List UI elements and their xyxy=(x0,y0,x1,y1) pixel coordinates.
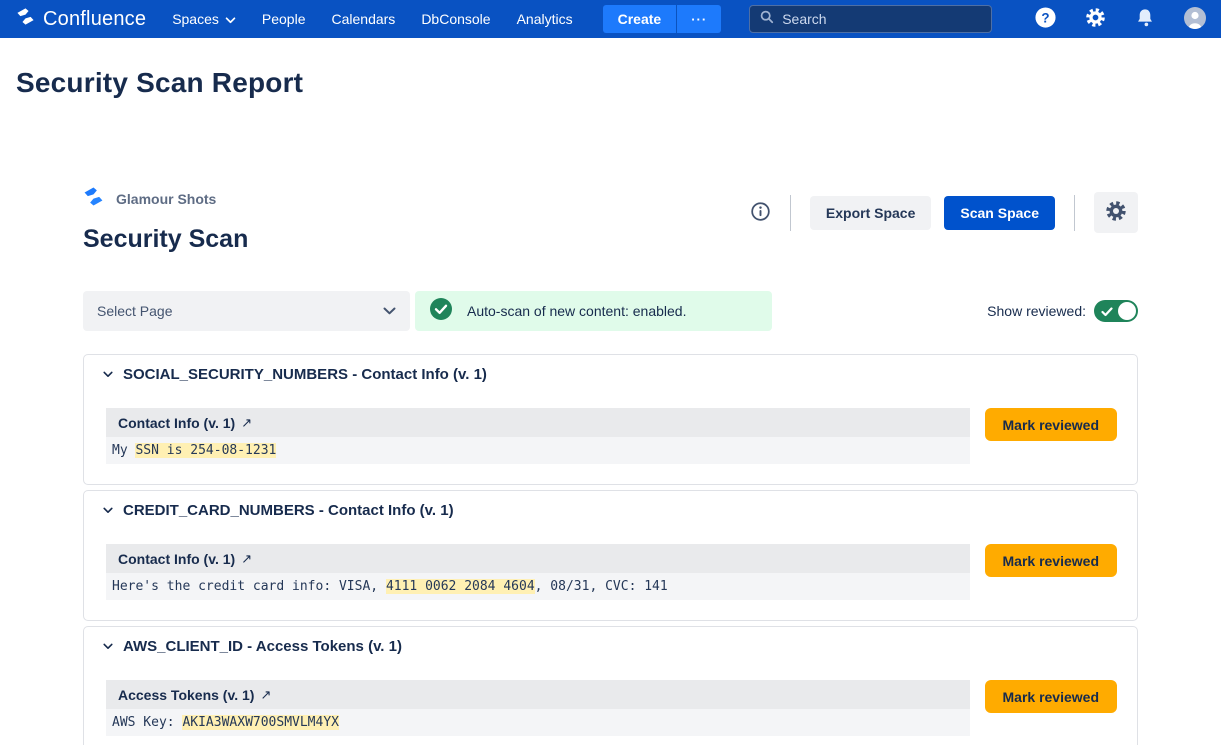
nav-item-dbconsole[interactable]: DbConsole xyxy=(421,11,490,27)
search-icon xyxy=(760,10,774,29)
controls-row: Select Page Auto-scan of new content: en… xyxy=(83,291,1138,331)
autoscan-status-text: Auto-scan of new content: enabled. xyxy=(467,303,686,319)
external-link-icon: ↗ xyxy=(260,687,271,703)
findings-list: SOCIAL_SECURITY_NUMBERS - Contact Info (… xyxy=(83,354,1138,745)
create-button-group: Create ··· xyxy=(603,5,722,33)
source-page-link[interactable]: Contact Info (v. 1) xyxy=(118,551,235,567)
collapse-chevron-icon[interactable] xyxy=(101,369,115,380)
check-circle-icon xyxy=(429,297,453,326)
help-icon: ? xyxy=(1034,6,1057,32)
nav-item-people[interactable]: People xyxy=(262,11,306,27)
gear-icon xyxy=(1084,6,1107,32)
external-link-icon: ↗ xyxy=(241,551,252,567)
finding-card-credit-card: CREDIT_CARD_NUMBERS - Contact Info (v. 1… xyxy=(83,490,1138,621)
brand-name: Confluence xyxy=(43,8,146,31)
select-page-dropdown[interactable]: Select Page xyxy=(83,291,410,331)
finding-title: CREDIT_CARD_NUMBERS - Contact Info (v. 1… xyxy=(123,502,454,519)
finding-title: SOCIAL_SECURITY_NUMBERS - Contact Info (… xyxy=(123,366,487,383)
space-header: Glamour Shots Security Scan Export Space… xyxy=(83,186,1138,254)
info-button[interactable] xyxy=(750,201,771,225)
confluence-mark-icon xyxy=(16,7,35,31)
collapse-chevron-icon[interactable] xyxy=(101,641,115,652)
chevron-down-icon xyxy=(383,302,396,320)
source-page-link[interactable]: Access Tokens (v. 1) xyxy=(118,687,254,703)
toggle-knob xyxy=(1118,302,1136,320)
nav-item-analytics[interactable]: Analytics xyxy=(517,11,573,27)
divider xyxy=(790,195,791,231)
nav-item-spaces[interactable]: Spaces xyxy=(172,11,236,27)
finding-detail: Contact Info (v. 1) ↗ Here's the credit … xyxy=(106,544,970,600)
show-reviewed-label: Show reviewed: xyxy=(987,303,1086,319)
svg-text:?: ? xyxy=(1041,10,1049,25)
chevron-down-icon xyxy=(225,11,236,27)
external-link-icon: ↗ xyxy=(241,415,252,431)
settings-button[interactable] xyxy=(1084,6,1107,32)
finding-excerpt: Here's the credit card info: VISA, 4111 … xyxy=(106,573,970,600)
help-button[interactable]: ? xyxy=(1034,6,1057,32)
gear-icon xyxy=(1104,199,1128,226)
space-heading: Security Scan xyxy=(83,225,248,254)
profile-button[interactable] xyxy=(1183,6,1207,33)
nav-item-calendars[interactable]: Calendars xyxy=(331,11,395,27)
top-navbar: Confluence Spaces People Calendars DbCon… xyxy=(0,0,1221,38)
page-title: Security Scan Report xyxy=(16,67,1221,99)
finding-title: AWS_CLIENT_ID - Access Tokens (v. 1) xyxy=(123,638,402,655)
create-more-button[interactable]: ··· xyxy=(676,5,721,33)
check-icon xyxy=(1101,305,1113,320)
export-space-button[interactable]: Export Space xyxy=(810,196,931,230)
search-bar[interactable] xyxy=(749,5,992,33)
avatar xyxy=(1183,6,1207,33)
bell-icon xyxy=(1134,7,1156,32)
sensitive-highlight: AKIA3WAXW700SMVLM4YX xyxy=(182,715,339,730)
nav-menu: Spaces People Calendars DbConsole Analyt… xyxy=(172,11,572,27)
select-page-label: Select Page xyxy=(97,303,173,319)
nav-icon-group: ? xyxy=(1034,6,1207,33)
show-reviewed-control: Show reviewed: xyxy=(987,300,1138,322)
space-settings-button[interactable] xyxy=(1094,192,1138,233)
space-name[interactable]: Glamour Shots xyxy=(116,191,216,207)
mark-reviewed-button[interactable]: Mark reviewed xyxy=(985,680,1118,713)
finding-detail: Access Tokens (v. 1) ↗ AWS Key: AKIA3WAX… xyxy=(106,680,970,736)
confluence-logo[interactable]: Confluence xyxy=(16,7,146,31)
finding-excerpt: My SSN is 254-08-1231 xyxy=(106,437,970,464)
autoscan-banner: Auto-scan of new content: enabled. xyxy=(415,291,772,331)
notifications-button[interactable] xyxy=(1134,7,1156,32)
create-button[interactable]: Create xyxy=(603,5,677,33)
source-page-link[interactable]: Contact Info (v. 1) xyxy=(118,415,235,431)
finding-detail: Contact Info (v. 1) ↗ My SSN is 254-08-1… xyxy=(106,408,970,464)
info-icon xyxy=(750,201,771,225)
mark-reviewed-button[interactable]: Mark reviewed xyxy=(985,408,1118,441)
space-icon xyxy=(83,186,104,212)
mark-reviewed-button[interactable]: Mark reviewed xyxy=(985,544,1118,577)
collapse-chevron-icon[interactable] xyxy=(101,505,115,516)
finding-card-aws-client-id: AWS_CLIENT_ID - Access Tokens (v. 1) Acc… xyxy=(83,626,1138,745)
sensitive-highlight: 4111 0062 2084 4604 xyxy=(386,579,535,594)
scan-space-button[interactable]: Scan Space xyxy=(944,196,1055,230)
space-actions: Export Space Scan Space xyxy=(750,192,1138,233)
main-content: Glamour Shots Security Scan Export Space… xyxy=(83,186,1138,745)
show-reviewed-toggle[interactable] xyxy=(1094,300,1138,322)
space-info: Glamour Shots Security Scan xyxy=(83,186,248,254)
divider xyxy=(1074,195,1075,231)
finding-card-social-security: SOCIAL_SECURITY_NUMBERS - Contact Info (… xyxy=(83,354,1138,485)
sensitive-highlight: SSN is 254-08-1231 xyxy=(135,443,276,458)
finding-excerpt: AWS Key: AKIA3WAXW700SMVLM4YX xyxy=(106,709,970,736)
search-input[interactable] xyxy=(782,11,981,27)
